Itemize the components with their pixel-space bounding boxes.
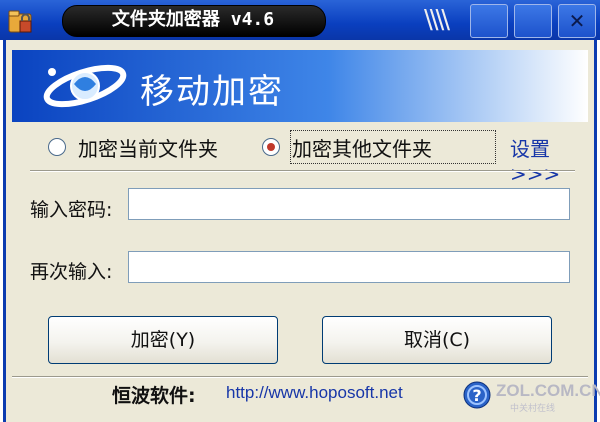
window-title: 文件夹加密器 v4.6 bbox=[111, 9, 275, 30]
company-name: 恒波软件: bbox=[112, 385, 196, 407]
titlebar-blank-button-2[interactable] bbox=[514, 4, 552, 38]
divider bbox=[30, 170, 575, 172]
password-input[interactable] bbox=[128, 188, 570, 220]
banner-title: 移动加密 bbox=[140, 72, 284, 112]
password-label: 输入密码: bbox=[30, 199, 113, 221]
settings-link[interactable]: 设置>>> bbox=[510, 133, 580, 186]
help-icon[interactable]: ? bbox=[462, 380, 492, 410]
app-folder-lock-icon bbox=[8, 10, 32, 33]
svg-text:?: ? bbox=[472, 386, 481, 405]
website-link[interactable]: http://www.hoposoft.net bbox=[226, 383, 403, 403]
footer-divider bbox=[12, 376, 588, 378]
mode-selector: 加密当前文件夹 加密其他文件夹 设置>>> bbox=[40, 128, 580, 186]
radio-current-folder-label[interactable]: 加密当前文件夹 bbox=[78, 133, 218, 162]
radio-current-folder[interactable] bbox=[48, 138, 66, 156]
confirm-password-label: 再次输入: bbox=[30, 261, 113, 283]
confirm-password-input[interactable] bbox=[128, 251, 570, 283]
grip-decoration: \\\\ bbox=[424, 5, 450, 35]
swirl-logo-icon bbox=[43, 64, 127, 108]
close-button[interactable]: ✕ bbox=[558, 4, 596, 38]
radio-other-folder[interactable] bbox=[262, 138, 280, 156]
encrypt-button[interactable]: 加密(Y) bbox=[48, 316, 278, 364]
cancel-button[interactable]: 取消(C) bbox=[322, 316, 552, 364]
titlebar-blank-button-1[interactable] bbox=[470, 4, 508, 38]
radio-other-folder-label[interactable]: 加密其他文件夹 bbox=[292, 133, 432, 162]
title-bar[interactable]: 文件夹加密器 v4.6 \\\\ ✕ bbox=[0, 0, 600, 40]
banner: 移动加密 bbox=[12, 50, 588, 122]
watermark-subtitle: 中关村在线 bbox=[510, 404, 556, 414]
watermark: ZOL.COM.CN bbox=[496, 381, 600, 400]
